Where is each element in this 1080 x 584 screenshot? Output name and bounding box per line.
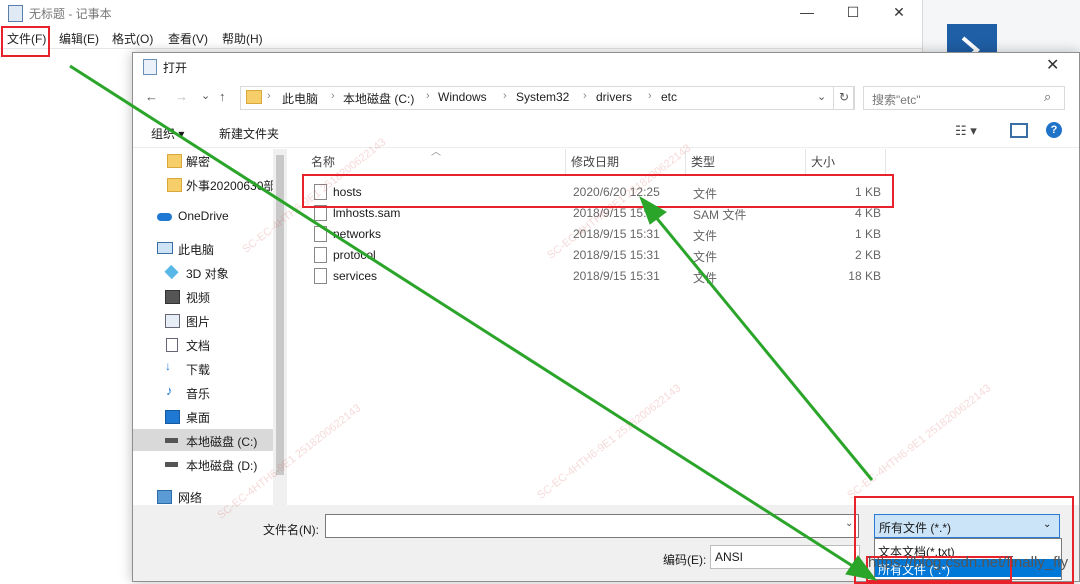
arrow-line bbox=[648, 209, 874, 481]
annotation-arrows bbox=[69, 64, 878, 581]
arrow-head bbox=[639, 195, 667, 225]
watermark-text: https://blog.csdn.net/finally_fly bbox=[868, 554, 1069, 571]
arrow-line bbox=[69, 64, 863, 574]
